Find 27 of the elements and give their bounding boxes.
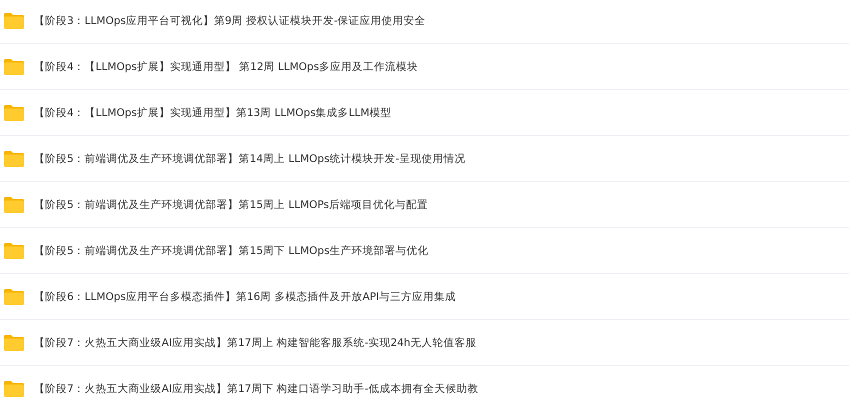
folder-row[interactable]: 【阶段5：前端调优及生产环境调优部署】第15周上 LLMOPs后端项目优化与配置 xyxy=(0,182,849,228)
folder-icon xyxy=(3,334,25,352)
folder-icon xyxy=(3,150,25,168)
folder-row[interactable]: 【阶段7：火热五大商业级AI应用实战】第17周上 构建智能客服系统-实现24h无人轮值客服 xyxy=(0,320,849,366)
folder-row[interactable]: 【阶段5：前端调优及生产环境调优部署】第14周上 LLMOps统计模块开发-呈现使用情况 xyxy=(0,136,849,182)
folder-row[interactable]: 【阶段7：火热五大商业级AI应用实战】第17周下 构建口语学习助手-低成本拥有全天候助教 xyxy=(0,366,849,407)
folder-icon xyxy=(3,104,25,122)
folder-row[interactable]: 【阶段4：【LLMOps扩展】实现通用型】第13周 LLMOps集成多LLM模型 xyxy=(0,90,849,136)
folder-name: 【阶段7：火热五大商业级AI应用实战】第17周下 构建口语学习助手-低成本拥有全天候助教 xyxy=(34,382,478,396)
folder-name: 【阶段6：LLMOps应用平台多模态插件】第16周 多模态插件及开放API与三方应用集成 xyxy=(34,290,456,304)
folder-icon xyxy=(3,380,25,398)
folder-icon xyxy=(3,288,25,306)
folder-name: 【阶段4：【LLMOps扩展】实现通用型】第13周 LLMOps集成多LLM模型 xyxy=(34,106,392,120)
folder-icon xyxy=(3,12,25,30)
folder-name: 【阶段3：LLMOps应用平台可视化】第9周 授权认证模块开发-保证应用使用安全 xyxy=(34,14,426,28)
folder-row[interactable]: 【阶段6：LLMOps应用平台多模态插件】第16周 多模态插件及开放API与三方应用集成 xyxy=(0,274,849,320)
folder-row[interactable]: 【阶段5：前端调优及生产环境调优部署】第15周下 LLMOps生产环境部署与优化 xyxy=(0,228,849,274)
folder-name: 【阶段5：前端调优及生产环境调优部署】第15周下 LLMOps生产环境部署与优化 xyxy=(34,244,429,258)
folder-row[interactable]: 【阶段3：LLMOps应用平台可视化】第9周 授权认证模块开发-保证应用使用安全 xyxy=(0,0,849,44)
folder-icon xyxy=(3,58,25,76)
folder-icon xyxy=(3,242,25,260)
folder-row[interactable]: 【阶段4：【LLMOps扩展】实现通用型】 第12周 LLMOps多应用及工作流模块 xyxy=(0,44,849,90)
folder-name: 【阶段4：【LLMOps扩展】实现通用型】 第12周 LLMOps多应用及工作流模块 xyxy=(34,60,418,74)
folder-name: 【阶段5：前端调优及生产环境调优部署】第15周上 LLMOPs后端项目优化与配置 xyxy=(34,198,428,212)
folder-icon xyxy=(3,196,25,214)
folder-name: 【阶段5：前端调优及生产环境调优部署】第14周上 LLMOps统计模块开发-呈现使用情况 xyxy=(34,152,466,166)
folder-name: 【阶段7：火热五大商业级AI应用实战】第17周上 构建智能客服系统-实现24h无人轮值客服 xyxy=(34,336,476,350)
